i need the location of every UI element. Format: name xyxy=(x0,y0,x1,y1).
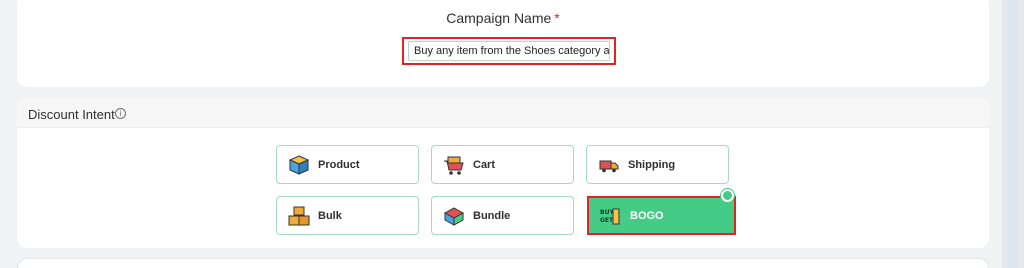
bulk-boxes-icon xyxy=(288,206,310,226)
intent-option-label: BOGO xyxy=(630,210,664,222)
selected-check-icon xyxy=(721,189,734,202)
campaign-name-label-text: Campaign Name xyxy=(446,10,552,26)
campaign-name-input[interactable]: Buy any item from the Shoes category an xyxy=(408,41,610,61)
discount-intent-title: Discount Intent xyxy=(28,107,115,122)
intent-option-bulk[interactable]: Bulk xyxy=(276,196,419,235)
intent-option-bundle[interactable]: Bundle xyxy=(431,196,574,235)
cart-icon xyxy=(444,156,464,175)
discount-intent-card: Discount Intent i Product Cart Shipping xyxy=(17,98,989,248)
product-box-icon xyxy=(288,155,310,175)
shipping-truck-icon xyxy=(599,160,619,173)
intent-option-label: Bundle xyxy=(473,210,511,222)
intent-option-label: Bulk xyxy=(318,210,342,222)
intent-option-shipping[interactable]: Shipping xyxy=(586,145,729,184)
intent-option-label: Product xyxy=(318,159,360,171)
intent-option-bogo[interactable]: BUY GET BOGO xyxy=(588,197,735,234)
bundle-icon xyxy=(443,207,465,226)
campaign-name-card: Campaign Name * Buy any item from the Sho… xyxy=(17,0,989,87)
required-mark: * xyxy=(554,10,560,26)
discount-intent-header: Discount Intent i xyxy=(17,98,989,128)
scrollbar[interactable] xyxy=(1008,0,1018,268)
campaign-name-label: Campaign Name * xyxy=(17,10,989,26)
svg-text:BUY: BUY xyxy=(600,209,614,216)
svg-text:GET: GET xyxy=(600,217,614,224)
intent-option-label: Cart xyxy=(473,159,496,171)
intent-option-label: Shipping xyxy=(628,159,676,171)
next-section-card xyxy=(17,258,989,268)
info-icon[interactable]: i xyxy=(115,108,126,119)
intent-option-product[interactable]: Product xyxy=(276,145,419,184)
buy-get-icon: BUY GET xyxy=(600,208,620,225)
intent-option-cart[interactable]: Cart xyxy=(431,145,574,184)
